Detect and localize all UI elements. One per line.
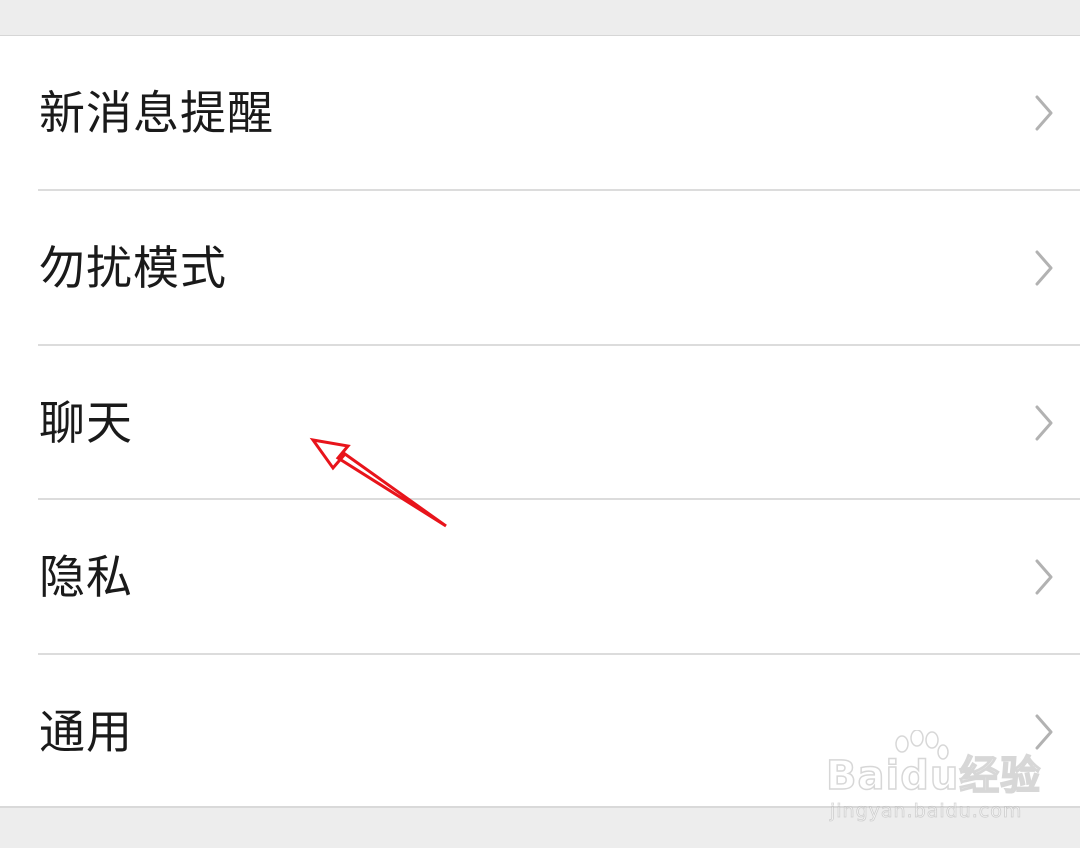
chevron-right-icon	[1035, 714, 1053, 750]
baidu-jingyan-watermark: Baidu经验 jingyan.baidu.com	[825, 730, 1041, 826]
menu-item-privacy[interactable]: 隐私	[0, 500, 1080, 654]
chevron-right-icon	[1035, 559, 1053, 595]
chevron-right-icon	[1035, 95, 1053, 131]
menu-item-label: 隐私	[39, 550, 133, 604]
menu-item-do-not-disturb[interactable]: 勿扰模式	[0, 191, 1080, 345]
chevron-right-icon	[1035, 405, 1053, 441]
menu-item-label: 通用	[39, 705, 133, 759]
menu-item-chat[interactable]: 聊天	[0, 346, 1080, 500]
top-spacer-band	[0, 0, 1080, 36]
menu-item-label: 聊天	[39, 396, 133, 450]
chevron-right-icon	[1035, 250, 1053, 286]
watermark-brand: Baidu经验	[825, 753, 1042, 799]
settings-menu-list: 新消息提醒 勿扰模式 聊天 隐私 通用	[0, 36, 1080, 806]
menu-item-new-message-notification[interactable]: 新消息提醒	[0, 36, 1080, 190]
menu-item-label: 勿扰模式	[39, 241, 227, 295]
menu-item-label: 新消息提醒	[39, 86, 274, 140]
watermark-url: jingyan.baidu.com	[830, 800, 1023, 822]
